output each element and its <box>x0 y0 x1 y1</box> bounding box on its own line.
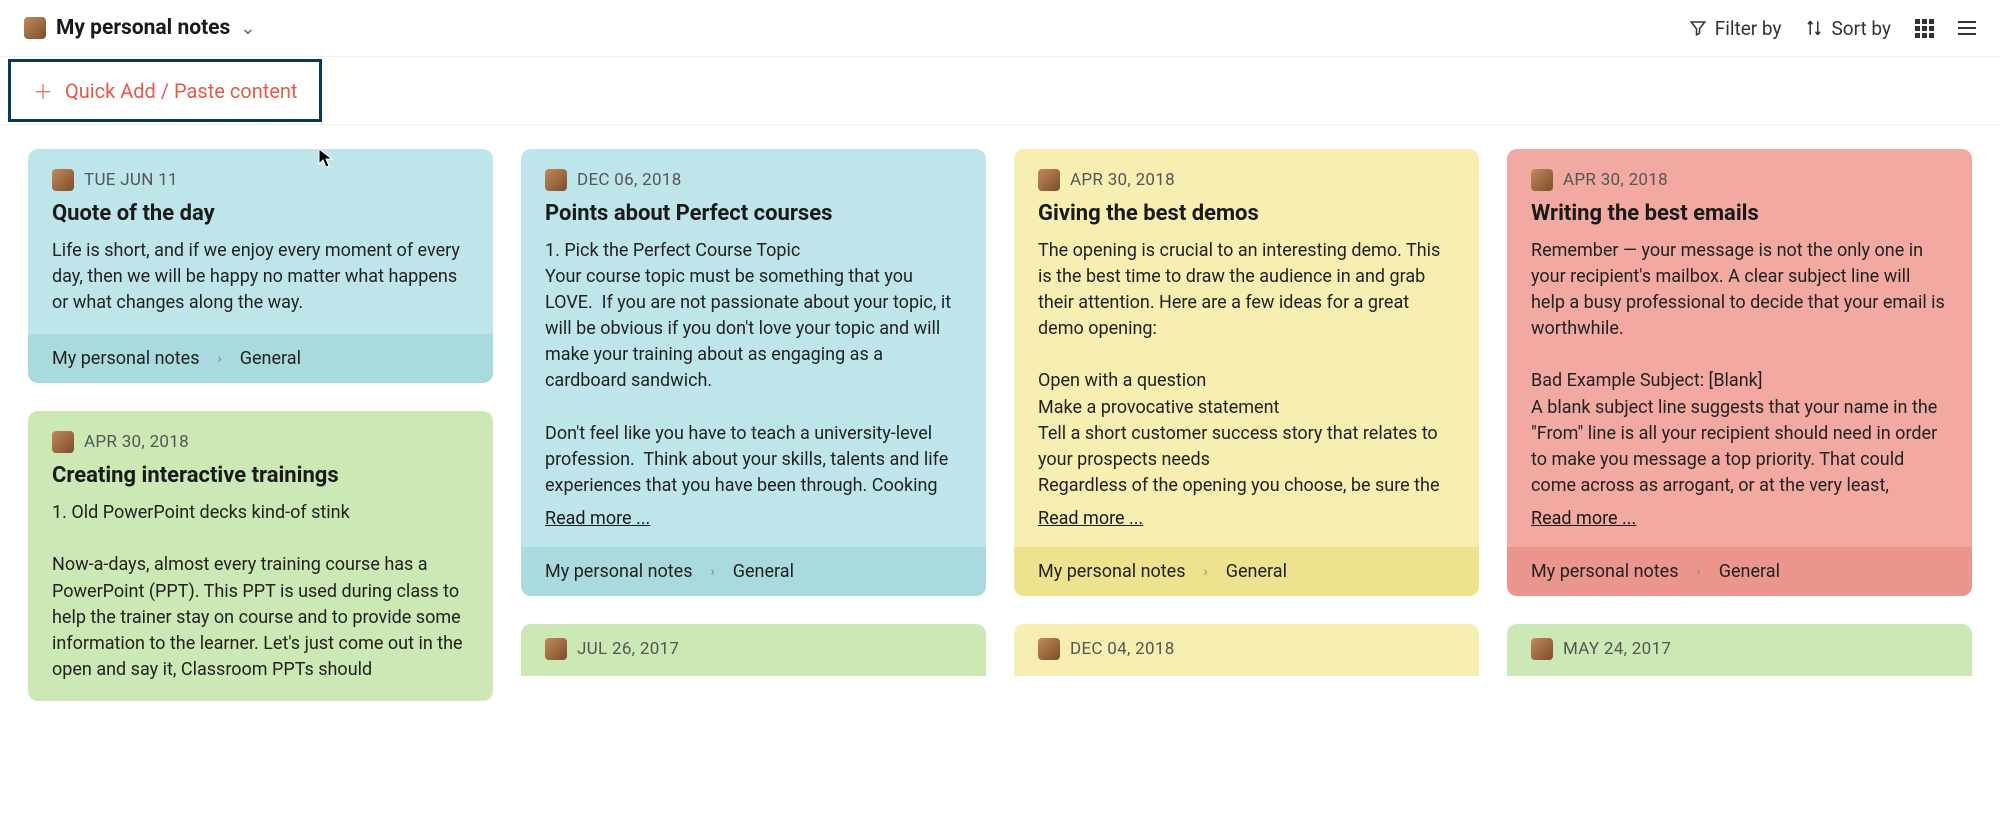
note-card[interactable]: APR 30, 2018 Writing the best emails Remem… <box>1507 149 1972 596</box>
plus-icon: ＋ <box>33 76 53 105</box>
card-date: APR 30, 2018 <box>1563 170 1668 190</box>
breadcrumb-section: General <box>240 348 301 369</box>
card-date: DEC 06, 2018 <box>577 170 682 190</box>
breadcrumb-section: General <box>1719 561 1780 582</box>
note-card[interactable]: TUE JUN 11 Quote of the day Life is short,… <box>28 149 493 383</box>
card-body: 1. Old PowerPoint decks kind-of stink No… <box>52 500 469 683</box>
card-breadcrumb[interactable]: My personal notes › General <box>28 334 493 383</box>
chevron-right-icon: › <box>711 564 715 580</box>
avatar <box>1531 638 1553 660</box>
page-title: My personal notes <box>56 16 230 40</box>
avatar <box>545 169 567 191</box>
card-title: Giving the best demos <box>1038 201 1455 226</box>
note-card[interactable]: APR 30, 2018 Creating interactive trainin… <box>28 411 493 701</box>
avatar <box>1038 169 1060 191</box>
breadcrumb-notebook: My personal notes <box>1038 561 1186 582</box>
note-card[interactable]: JUL 26, 2017 <box>521 624 986 676</box>
note-card[interactable]: DEC 04, 2018 <box>1014 624 1479 676</box>
avatar <box>52 431 74 453</box>
card-title: Writing the best emails <box>1531 201 1948 226</box>
sort-label: Sort by <box>1831 17 1891 40</box>
breadcrumb-section: General <box>733 561 794 582</box>
read-more-link[interactable]: Read more ... <box>1038 508 1455 529</box>
chevron-right-icon: › <box>1697 564 1701 580</box>
card-date: DEC 04, 2018 <box>1070 639 1175 659</box>
chevron-down-icon[interactable]: ⌄ <box>240 18 255 39</box>
avatar <box>545 638 567 660</box>
card-title: Creating interactive trainings <box>52 463 469 488</box>
chevron-right-icon: › <box>1204 564 1208 580</box>
avatar <box>1531 169 1553 191</box>
sort-icon <box>1805 19 1823 37</box>
breadcrumb-notebook: My personal notes <box>52 348 200 369</box>
card-breadcrumb[interactable]: My personal notes › General <box>1014 547 1479 596</box>
card-breadcrumb[interactable]: My personal notes › General <box>521 547 986 596</box>
card-breadcrumb[interactable]: My personal notes › General <box>1507 547 1972 596</box>
card-body: Remember — your message is not the only … <box>1531 238 1948 498</box>
hamburger-icon <box>1958 21 1976 35</box>
breadcrumb-notebook: My personal notes <box>545 561 693 582</box>
note-card[interactable]: MAY 24, 2017 <box>1507 624 1972 676</box>
card-date: APR 30, 2018 <box>1070 170 1175 190</box>
note-card[interactable]: DEC 06, 2018 Points about Perfect courses… <box>521 149 986 596</box>
breadcrumb-notebook: My personal notes <box>1531 561 1679 582</box>
filter-label: Filter by <box>1715 17 1782 40</box>
card-body: 1. Pick the Perfect Course Topic Your co… <box>545 238 962 498</box>
note-card[interactable]: APR 30, 2018 Giving the best demos The ope… <box>1014 149 1479 596</box>
avatar <box>1038 638 1060 660</box>
sort-button[interactable]: Sort by <box>1805 17 1891 40</box>
breadcrumb[interactable]: My personal notes ⌄ <box>24 16 255 40</box>
card-date: MAY 24, 2017 <box>1563 639 1671 659</box>
quick-add-button[interactable]: ＋ Quick Add / Paste content <box>8 59 322 122</box>
avatar <box>24 17 46 39</box>
grid-icon <box>1915 19 1934 38</box>
breadcrumb-section: General <box>1226 561 1287 582</box>
read-more-link[interactable]: Read more ... <box>545 508 962 529</box>
chevron-right-icon: › <box>218 351 222 367</box>
filter-button[interactable]: Filter by <box>1689 17 1782 40</box>
grid-view-button[interactable] <box>1915 19 1934 38</box>
funnel-icon <box>1689 19 1707 37</box>
quick-add-label: Quick Add / Paste content <box>65 79 297 103</box>
card-title: Quote of the day <box>52 201 469 226</box>
read-more-link[interactable]: Read more ... <box>1531 508 1948 529</box>
card-date: JUL 26, 2017 <box>577 639 679 659</box>
card-date: APR 30, 2018 <box>84 432 189 452</box>
card-body: Life is short, and if we enjoy every mom… <box>52 238 469 316</box>
card-date: TUE JUN 11 <box>84 170 178 190</box>
card-body: The opening is crucial to an interesting… <box>1038 238 1455 498</box>
avatar <box>52 169 74 191</box>
menu-button[interactable] <box>1958 21 1976 35</box>
card-title: Points about Perfect courses <box>545 201 962 226</box>
